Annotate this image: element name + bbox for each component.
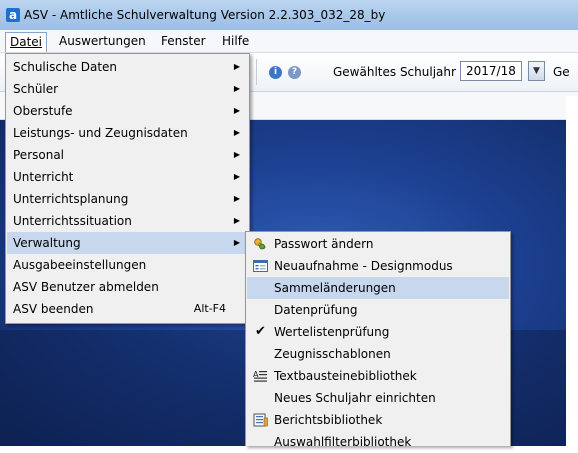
- chevron-right-icon: ▶: [233, 172, 240, 181]
- menu-item-berichtsbibliothek[interactable]: Berichtsbibliothek: [247, 409, 509, 431]
- help-icon[interactable]: ?: [288, 66, 301, 79]
- report-library-icon: [253, 413, 268, 427]
- keys-icon: [254, 238, 266, 250]
- menu-item-asv-beenden[interactable]: ASV beenden Alt-F4: [7, 298, 248, 320]
- info-icon[interactable]: i: [269, 66, 282, 79]
- menu-datei[interactable]: Datei: [5, 32, 48, 52]
- form-icon: [253, 260, 268, 272]
- menu-item-personal[interactable]: Personal ▶: [7, 144, 248, 166]
- menu-item-wertelistenpruefung[interactable]: ✔ Wertelistenprüfung: [247, 321, 509, 343]
- menu-item-schulische-daten[interactable]: Schulische Daten ▶: [7, 56, 248, 78]
- checkmark-icon: ✔: [255, 324, 266, 339]
- menu-item-schueler[interactable]: Schüler ▶: [7, 78, 248, 100]
- menu-fenster[interactable]: Fenster: [157, 32, 210, 50]
- chevron-right-icon: ▶: [233, 106, 240, 115]
- menu-item-verwaltung[interactable]: Verwaltung ▶: [7, 232, 248, 254]
- app-icon: a: [6, 8, 20, 22]
- menu-item-auswahlfilterbibliothek[interactable]: Auswahlfilterbibliothek: [247, 431, 509, 453]
- file-menu: Schulische Daten ▶ Schüler ▶ Oberstufe ▶ Le…: [5, 53, 250, 324]
- chevron-right-icon: ▶: [233, 84, 240, 93]
- menu-item-unterrichtssituation[interactable]: Unterrichtssituation ▶: [7, 210, 248, 232]
- text-block-icon: A: [253, 370, 267, 382]
- menu-bar: Datei Auswertungen Fenster Hilfe: [0, 30, 578, 53]
- menu-item-neues-schuljahr[interactable]: Neues Schuljahr einrichten: [247, 387, 509, 409]
- toolbar-truncated-label: Ge: [553, 65, 570, 79]
- toolbar-separator: [256, 59, 257, 85]
- chevron-right-icon: ▶: [233, 238, 240, 247]
- menu-item-sammelaenderungen[interactable]: Sammeländerungen: [247, 277, 509, 299]
- menu-item-zeugnisschablonen[interactable]: Zeugnisschablonen: [247, 343, 509, 365]
- verwaltung-submenu: Passwort ändern Neuaufnahme - Designmodu…: [245, 231, 511, 449]
- chevron-right-icon: ▶: [233, 216, 240, 225]
- chevron-right-icon: ▶: [233, 62, 240, 71]
- menu-item-textbausteinebibliothek[interactable]: A Textbausteinebibliothek: [247, 365, 509, 387]
- menu-item-ausgabeeinstellungen[interactable]: Ausgabeeinstellungen: [7, 254, 248, 276]
- menu-item-benutzer-abmelden[interactable]: ASV Benutzer abmelden: [7, 276, 248, 298]
- chevron-down-icon[interactable]: ▼: [528, 61, 545, 81]
- menu-item-leistungsdaten[interactable]: Leistungs- und Zeugnisdaten ▶: [7, 122, 248, 144]
- window-title: ASV - Amtliche Schulverwaltung Version 2…: [24, 8, 386, 22]
- title-bar: a ASV - Amtliche Schulverwaltung Version…: [0, 0, 578, 31]
- chevron-right-icon: ▶: [233, 150, 240, 159]
- menu-item-unterrichtsplanung[interactable]: Unterrichtsplanung ▶: [7, 188, 248, 210]
- schoolyear-label: Gewähltes Schuljahr: [333, 65, 456, 79]
- menu-item-oberstufe[interactable]: Oberstufe ▶: [7, 100, 248, 122]
- menu-item-unterricht[interactable]: Unterricht ▶: [7, 166, 248, 188]
- menu-item-passwort-aendern[interactable]: Passwort ändern: [247, 233, 509, 255]
- menu-hilfe[interactable]: Hilfe: [218, 32, 253, 50]
- chevron-right-icon: ▶: [233, 128, 240, 137]
- menu-item-datenpruefung[interactable]: Datenprüfung: [247, 299, 509, 321]
- menu-auswertungen[interactable]: Auswertungen: [55, 32, 150, 50]
- shortcut-label: Alt-F4: [193, 302, 226, 315]
- chevron-right-icon: ▶: [233, 194, 240, 203]
- menu-item-neuaufnahme[interactable]: Neuaufnahme - Designmodus: [247, 255, 509, 277]
- window-edge: [566, 96, 578, 446]
- schoolyear-select[interactable]: 2017/18: [460, 61, 522, 81]
